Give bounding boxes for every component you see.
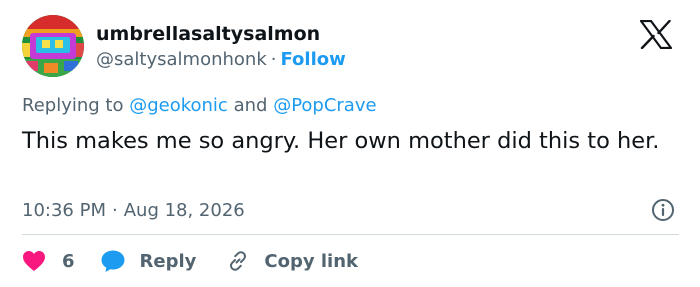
like-count: 6 xyxy=(62,250,75,272)
mention-geokonic[interactable]: @geokonic xyxy=(129,95,228,116)
reply-label: Reply xyxy=(139,250,197,272)
copy-link-button[interactable]: Copy link xyxy=(226,249,358,273)
mention-popcrave[interactable]: @PopCrave xyxy=(273,95,376,116)
avatar-image xyxy=(22,15,84,77)
tweet-date: Aug 18, 2026 xyxy=(123,200,245,221)
timestamp-separator: · xyxy=(111,200,118,221)
author-display-name[interactable]: umbrellasaltysalmon xyxy=(96,23,320,45)
avatar[interactable] xyxy=(22,15,84,77)
reply-button[interactable]: Reply xyxy=(100,249,197,273)
embedded-tweet-card: umbrellasaltysalmon @saltysalmonhonk · Fol… xyxy=(0,0,700,287)
follow-button[interactable]: Follow xyxy=(280,49,345,70)
tweet-text: This makes me so angry. Her own mother d… xyxy=(22,128,660,154)
handle-separator: · xyxy=(270,49,277,70)
x-logo-icon[interactable] xyxy=(639,19,673,50)
author-handle[interactable]: @saltysalmonhonk xyxy=(96,49,267,70)
tweet-time: 10:36 PM xyxy=(22,200,106,221)
action-bar: 6 Reply Copy link xyxy=(22,247,358,275)
heart-icon xyxy=(23,251,45,271)
like-button[interactable]: 6 xyxy=(22,250,75,272)
author-handle-row: @saltysalmonhonk · Follow xyxy=(96,49,346,70)
copy-link-label: Copy link xyxy=(264,250,358,272)
speech-bubble-icon xyxy=(101,250,125,272)
replying-prefix: Replying to xyxy=(22,95,124,116)
replying-conjunction: and xyxy=(233,95,268,116)
replying-to-line: Replying to @geokonic and @PopCrave xyxy=(22,95,377,116)
link-icon xyxy=(230,251,247,271)
divider xyxy=(22,234,679,235)
tweet-timestamp[interactable]: 10:36 PM · Aug 18, 2026 xyxy=(22,200,245,221)
info-icon[interactable] xyxy=(651,198,675,222)
